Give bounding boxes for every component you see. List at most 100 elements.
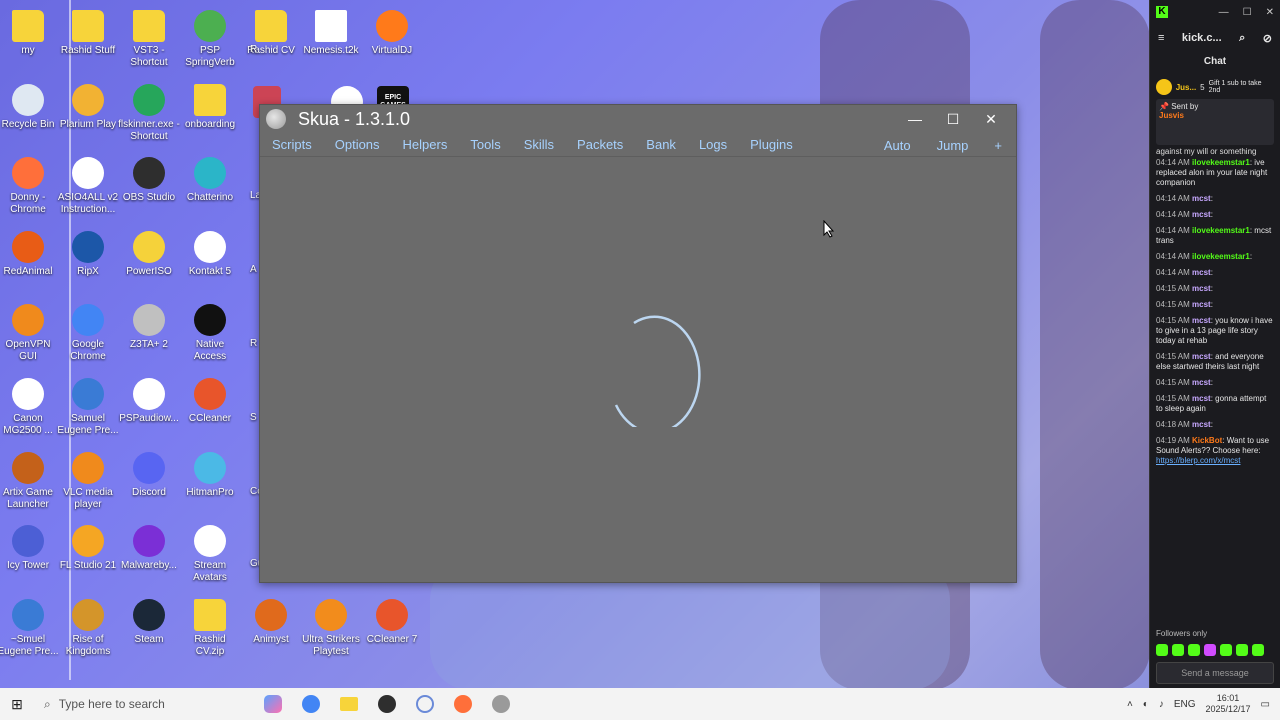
desktop-icon[interactable]: Plarium Play — [57, 78, 119, 131]
desktop-icon[interactable]: Chatterino — [179, 151, 241, 204]
desktop-icon[interactable]: VirtualDJ — [361, 4, 423, 57]
menu-tools[interactable]: Tools — [470, 137, 500, 152]
chat-username[interactable]: KickBot — [1192, 436, 1222, 445]
emote-icon[interactable] — [1156, 644, 1168, 656]
language-indicator[interactable]: ENG — [1174, 699, 1196, 710]
desktop-icon[interactable]: Canon MG2500 ... — [0, 372, 59, 437]
menu-packets[interactable]: Packets — [577, 137, 623, 152]
close-button[interactable]: ✕ — [972, 107, 1010, 131]
skua-taskbar-icon[interactable] — [486, 689, 516, 719]
chat-username[interactable]: mcst — [1192, 378, 1211, 387]
volume-icon[interactable]: ♪ — [1159, 699, 1164, 710]
desktop-icon[interactable]: VST3 - Shortcut — [118, 4, 180, 69]
desktop-icon[interactable]: onboarding — [179, 78, 241, 131]
desktop-icon[interactable]: Ultra Strikers Playtest — [300, 593, 362, 658]
hide-icon[interactable]: ⊘ — [1263, 32, 1272, 45]
desktop-icon[interactable]: Recycle Bin — [0, 78, 59, 131]
send-message-input[interactable]: Send a message — [1156, 662, 1274, 684]
desktop-icon[interactable]: HitmanPro — [179, 446, 241, 499]
menu-jump[interactable]: Jump — [937, 138, 969, 153]
chat-username[interactable]: mcst — [1192, 194, 1211, 203]
pinned-user[interactable]: Jusvis — [1159, 111, 1271, 120]
chat-username[interactable]: mcst — [1192, 352, 1211, 361]
desktop-icon[interactable]: Stream Avatars — [179, 519, 241, 584]
chat-username[interactable]: mcst — [1192, 300, 1211, 309]
emote-icon[interactable] — [1188, 644, 1200, 656]
chat-username[interactable]: ilovekeemstar1 — [1192, 158, 1250, 167]
desktop-icon[interactable]: Artix Game Launcher — [0, 446, 59, 511]
maximize-icon[interactable]: ☐ — [1243, 7, 1252, 18]
desktop-icon[interactable]: CCleaner 7 — [361, 593, 423, 646]
zoom-icon[interactable]: ⌕ — [1239, 32, 1245, 45]
skua-titlebar[interactable]: Skua - 1.3.1.0 — ☐ ✕ — [260, 105, 1016, 133]
minimize-button[interactable]: — — [896, 107, 934, 131]
chat-username[interactable]: ilovekeemstar1 — [1192, 252, 1250, 261]
menu-options[interactable]: Options — [335, 137, 380, 152]
clock[interactable]: 16:01 2025/12/17 — [1206, 693, 1251, 715]
desktop-icon[interactable]: PowerISO — [118, 225, 180, 278]
menu-add[interactable]: + — [994, 138, 1002, 153]
emote-icon[interactable] — [1252, 644, 1264, 656]
desktop-icon[interactable]: CCleaner — [179, 372, 241, 425]
chat-username[interactable]: mcst — [1192, 394, 1211, 403]
desktop-icon[interactable]: ~Smuel Eugene Pre... — [0, 593, 59, 658]
obs-icon[interactable] — [372, 689, 402, 719]
desktop-icon[interactable]: OBS Studio — [118, 151, 180, 204]
minimize-icon[interactable]: — — [1219, 7, 1229, 18]
chat-username[interactable]: mcst — [1192, 316, 1211, 325]
taskbar-search[interactable]: ⌕ Type here to search — [34, 688, 254, 720]
snipping-tool-icon[interactable] — [410, 689, 440, 719]
chevron-up-icon[interactable]: ˄ — [1127, 699, 1133, 710]
maximize-button[interactable]: ☐ — [934, 107, 972, 131]
menu-auto[interactable]: Auto — [884, 138, 911, 153]
menu-skills[interactable]: Skills — [524, 137, 554, 152]
chat-username[interactable]: ilovekeemstar1 — [1192, 226, 1250, 235]
tune-icon[interactable]: ≡ — [1158, 32, 1164, 44]
close-icon[interactable]: ✕ — [1266, 7, 1274, 18]
desktop-icon[interactable]: Steam — [118, 593, 180, 646]
chrome-profile-icon[interactable] — [448, 689, 478, 719]
copilot-icon[interactable] — [258, 689, 288, 719]
desktop-icon[interactable]: Z3TA+ 2 — [118, 298, 180, 351]
chat-username[interactable]: mcst — [1192, 284, 1211, 293]
desktop-icon[interactable]: PSPaudiow... — [118, 372, 180, 425]
desktop-icon[interactable]: Animyst — [240, 593, 302, 646]
desktop-icon[interactable]: Rashid Stuff — [57, 4, 119, 57]
chat-username[interactable]: mcst — [1192, 420, 1211, 429]
notification-icon[interactable]: ▭ — [1261, 699, 1270, 710]
skua-window[interactable]: Skua - 1.3.1.0 — ☐ ✕ Scripts Options Hel… — [259, 104, 1017, 583]
desktop-icon[interactable]: my — [0, 4, 59, 57]
desktop-icon[interactable]: Kontakt 5 — [179, 225, 241, 278]
menu-plugins[interactable]: Plugins — [750, 137, 793, 152]
desktop-icon[interactable]: flskinner.exe - Shortcut — [118, 78, 180, 143]
desktop-icon[interactable]: ASIO4ALL v2 Instruction... — [57, 151, 119, 216]
desktop-icon[interactable]: Rise of Kingdoms — [57, 593, 119, 658]
file-explorer-icon[interactable] — [334, 689, 364, 719]
desktop-icon[interactable]: PSP SpringVerb — [179, 4, 241, 69]
emote-icon[interactable] — [1172, 644, 1184, 656]
gift-user[interactable]: Jus... — [1176, 83, 1196, 92]
desktop-icon[interactable]: Native Access — [179, 298, 241, 363]
desktop-icon[interactable]: OpenVPN GUI — [0, 298, 59, 363]
emote-icon[interactable] — [1204, 644, 1216, 656]
desktop-icon[interactable]: Discord — [118, 446, 180, 499]
start-button[interactable]: ⊞ — [0, 688, 34, 720]
desktop-icon[interactable]: Malwareby... — [118, 519, 180, 572]
desktop-icon[interactable]: VLC media player — [57, 446, 119, 511]
desktop-icon[interactable]: Google Chrome — [57, 298, 119, 363]
desktop-icon[interactable]: Samuel Eugene Pre... — [57, 372, 119, 437]
chat-username[interactable]: mcst — [1192, 268, 1211, 277]
desktop-icon[interactable]: Rashid CV.zip — [179, 593, 241, 658]
desktop-icon[interactable]: RipX — [57, 225, 119, 278]
menu-scripts[interactable]: Scripts — [272, 137, 312, 152]
desktop-icon[interactable]: Nemesis.t2k — [300, 4, 362, 57]
chrome-icon[interactable] — [296, 689, 326, 719]
menu-helpers[interactable]: Helpers — [403, 137, 448, 152]
menu-logs[interactable]: Logs — [699, 137, 727, 152]
desktop-icon[interactable]: RedAnimal — [0, 225, 59, 278]
desktop-icon[interactable]: Donny - Chrome — [0, 151, 59, 216]
emote-icon[interactable] — [1220, 644, 1232, 656]
chat-link[interactable]: https://blerp.com/x/mcst — [1156, 456, 1274, 466]
desktop-icon[interactable]: Icy Tower — [0, 519, 59, 572]
emote-icon[interactable] — [1236, 644, 1248, 656]
